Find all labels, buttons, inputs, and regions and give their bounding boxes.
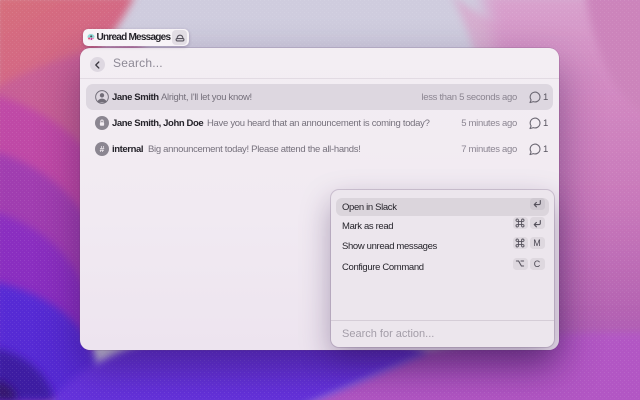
- svg-text:#: #: [100, 144, 105, 154]
